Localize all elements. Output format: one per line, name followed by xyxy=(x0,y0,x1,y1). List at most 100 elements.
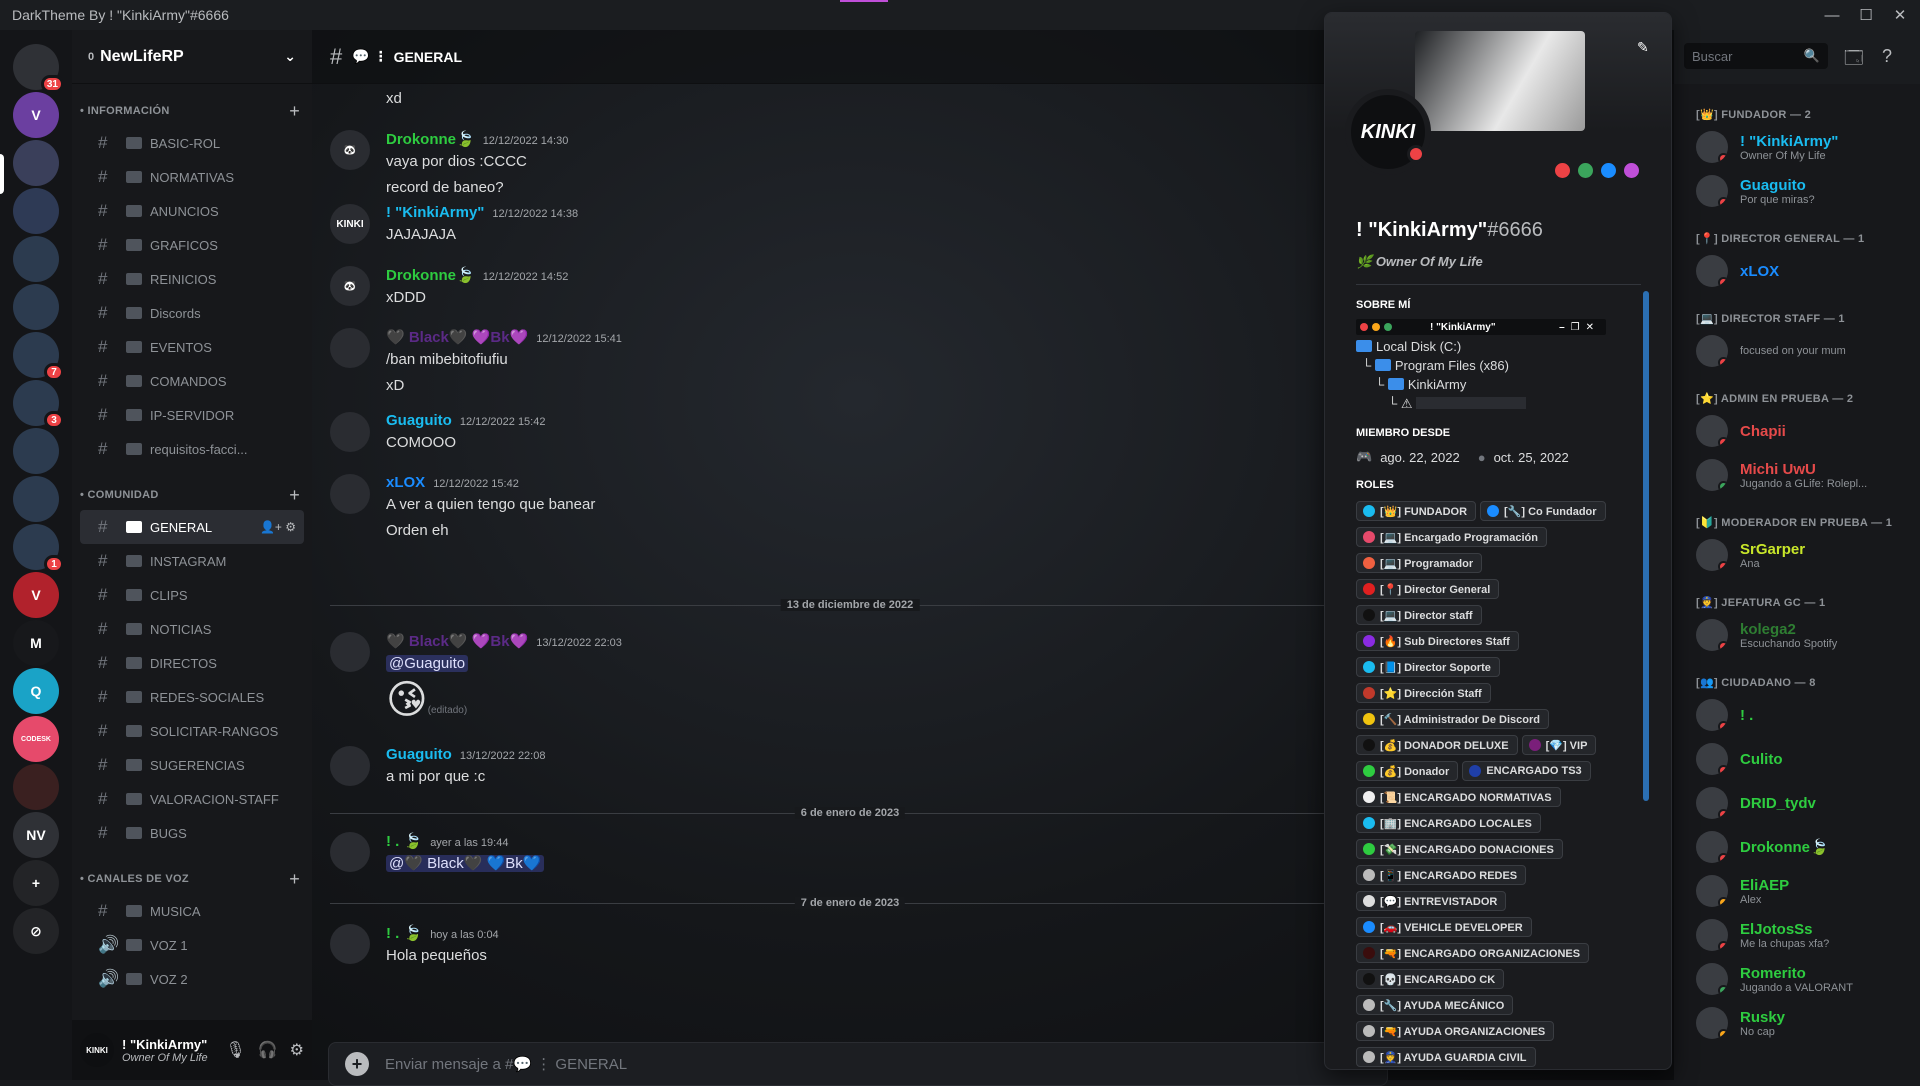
server-icon[interactable] xyxy=(13,764,59,810)
role-chip[interactable]: [📱] ENCARGADO REDES xyxy=(1356,865,1527,885)
message-input[interactable]: Enviar mensaje a #💬 ⋮ GENERAL xyxy=(385,1055,627,1073)
badge-icon[interactable] xyxy=(1555,163,1570,178)
server-icon[interactable]: 1 xyxy=(13,524,64,573)
message-author[interactable]: xLOX xyxy=(386,474,425,491)
scrollbar[interactable] xyxy=(1643,291,1649,801)
headphones-icon[interactable]: 🎧 xyxy=(258,1040,278,1060)
role-chip[interactable]: [🔫] AYUDA ORGANIZACIONES xyxy=(1356,1021,1555,1041)
channel-clips[interactable]: # CLIPS xyxy=(80,578,304,612)
role-chip[interactable]: [🔥] Sub Directores Staff xyxy=(1356,631,1519,651)
server-icon[interactable]: V xyxy=(13,572,59,618)
channel-discords[interactable]: # Discords xyxy=(80,296,304,330)
category-informacion[interactable]: • INFORMACIÓN + xyxy=(72,96,312,126)
member-item[interactable]: Rusky No cap xyxy=(1696,1002,1910,1044)
server-icon[interactable]: 3 xyxy=(13,380,64,429)
category-voz[interactable]: • CANALES DE VOZ + xyxy=(72,864,312,894)
edit-pencil-icon[interactable]: ✎ xyxy=(1637,39,1649,56)
role-chip[interactable]: [📜] ENCARGADO NORMATIVAS xyxy=(1356,787,1561,807)
member-item[interactable]: ElJotosSs Me la chupas xfa? xyxy=(1696,914,1910,956)
server-icon[interactable]: 7 xyxy=(13,332,64,381)
channel-directos[interactable]: # DIRECTOS xyxy=(80,646,304,680)
role-chip[interactable]: [📍] Director General xyxy=(1356,579,1500,599)
message-author[interactable]: Guaguito xyxy=(386,412,452,429)
avatar[interactable]: KINKI xyxy=(80,1033,114,1067)
role-chip[interactable]: [💬] ENTREVISTADOR xyxy=(1356,891,1507,911)
channel-musica[interactable]: # MUSICA xyxy=(80,894,304,928)
close-button[interactable]: ✕ xyxy=(1880,0,1920,30)
user-mention[interactable]: @Guaguito xyxy=(386,655,469,672)
member-item[interactable]: Guaguito Por que miras? xyxy=(1696,170,1910,212)
message-author[interactable]: ! . 🍃 xyxy=(386,925,422,942)
role-chip[interactable]: [💻] Director staff xyxy=(1356,605,1482,625)
badge-icon[interactable] xyxy=(1601,163,1616,178)
channel-comandos[interactable]: # COMANDOS xyxy=(80,364,304,398)
category-comunidad[interactable]: • COMUNIDAD + xyxy=(72,480,312,510)
server-icon[interactable]: Q xyxy=(13,668,59,714)
server-icon[interactable] xyxy=(13,476,59,522)
role-chip[interactable]: [💎] VIP xyxy=(1521,735,1597,755)
role-chip[interactable]: [🔫] ENCARGADO ORGANIZACIONES xyxy=(1356,943,1590,963)
role-chip[interactable]: [🔧] Co Fundador xyxy=(1480,501,1606,521)
role-chip[interactable]: [👑] FUNDADOR xyxy=(1356,501,1477,521)
member-item[interactable]: Drokonne🍃 xyxy=(1696,826,1910,868)
server-icon[interactable] xyxy=(13,284,59,330)
avatar[interactable]: KINKI xyxy=(330,204,370,244)
role-chip[interactable]: [👮] AYUDA GUARDIA CIVIL xyxy=(1356,1047,1536,1067)
microphone-icon[interactable]: 🎙 xyxy=(225,1040,245,1060)
avatar[interactable]: 🐼 xyxy=(330,130,370,170)
channel-normativas[interactable]: # NORMATIVAS xyxy=(80,160,304,194)
channel-requisitos-facci-[interactable]: # requisitos-facci... xyxy=(80,432,304,466)
add-channel-icon[interactable]: + xyxy=(289,485,300,506)
guild-header[interactable]: 0 NewLifeRP ⌄ xyxy=(72,30,312,84)
member-item[interactable]: Chapii xyxy=(1696,410,1910,452)
member-item[interactable]: DRID_tydv xyxy=(1696,782,1910,824)
channel-valoracion-staff[interactable]: # VALORACION-STAFF xyxy=(80,782,304,816)
channel-ip-servidor[interactable]: # IP-SERVIDOR xyxy=(80,398,304,432)
role-chip[interactable]: [💻] Encargado Programación xyxy=(1356,527,1547,547)
user-mention[interactable]: @🖤 Black🖤 💙Bk💙 xyxy=(386,855,545,872)
server-icon[interactable]: 31 xyxy=(13,44,64,93)
badge-icon[interactable] xyxy=(1578,163,1593,178)
member-item[interactable]: focused on your mum xyxy=(1696,330,1910,372)
message-author[interactable]: ! "KinkiArmy" xyxy=(386,204,484,221)
role-chip[interactable]: [💰] DONADOR DELUXE xyxy=(1356,735,1518,755)
member-item[interactable]: ! . xyxy=(1696,694,1910,736)
server-icon[interactable]: ⊘ xyxy=(13,908,59,954)
role-chip[interactable]: [💀] ENCARGADO CK xyxy=(1356,969,1505,989)
message-author[interactable]: ! . 🍃 xyxy=(386,833,422,850)
avatar[interactable] xyxy=(330,474,370,514)
nitro-badge-icon[interactable] xyxy=(1624,163,1639,178)
server-icon[interactable]: NV xyxy=(13,812,59,858)
search-input[interactable]: Buscar 🔍 xyxy=(1684,43,1828,69)
server-icon[interactable]: M xyxy=(13,620,59,666)
add-channel-icon[interactable]: + xyxy=(289,869,300,890)
channel-graficos[interactable]: # GRAFICOS xyxy=(80,228,304,262)
avatar[interactable]: 🐼 xyxy=(330,266,370,306)
channel-solicitar-rangos[interactable]: # SOLICITAR-RANGOS xyxy=(80,714,304,748)
member-item[interactable]: SrGarper Ana xyxy=(1696,534,1910,576)
role-chip[interactable]: [💻] Programador xyxy=(1356,553,1483,573)
channel-bugs[interactable]: # BUGS xyxy=(80,816,304,850)
server-icon[interactable] xyxy=(13,428,59,474)
add-channel-icon[interactable]: + xyxy=(289,101,300,122)
message-author[interactable]: Drokonne🍃 xyxy=(386,131,475,148)
avatar[interactable] xyxy=(330,328,370,368)
channel-sugerencias[interactable]: # SUGERENCIAS xyxy=(80,748,304,782)
role-chip[interactable]: [📘] Director Soporte xyxy=(1356,657,1500,677)
member-item[interactable]: ! "KinkiArmy" Owner Of My Life xyxy=(1696,126,1910,168)
message-author[interactable]: 🖤 Black🖤 💜Bk💜 xyxy=(386,329,528,346)
avatar[interactable] xyxy=(330,632,370,672)
channel-eventos[interactable]: # EVENTOS xyxy=(80,330,304,364)
role-chip[interactable]: [💸] ENCARGADO DONACIONES xyxy=(1356,839,1563,859)
server-icon[interactable]: V xyxy=(13,92,59,138)
member-item[interactable]: EliAEP Alex xyxy=(1696,870,1910,912)
channel-basic-rol[interactable]: # BASIC-ROL xyxy=(80,126,304,160)
server-icon[interactable] xyxy=(13,188,59,234)
channel-voz-1[interactable]: 🔊 VOZ 1 xyxy=(80,928,304,962)
avatar[interactable] xyxy=(330,832,370,872)
message-author[interactable]: Drokonne🍃 xyxy=(386,267,475,284)
channel-voz-2[interactable]: 🔊 VOZ 2 xyxy=(80,962,304,996)
member-item[interactable]: xLOX xyxy=(1696,250,1910,292)
channel-reinicios[interactable]: # REINICIOS xyxy=(80,262,304,296)
role-chip[interactable]: ENCARGADO TS3 xyxy=(1462,761,1591,781)
